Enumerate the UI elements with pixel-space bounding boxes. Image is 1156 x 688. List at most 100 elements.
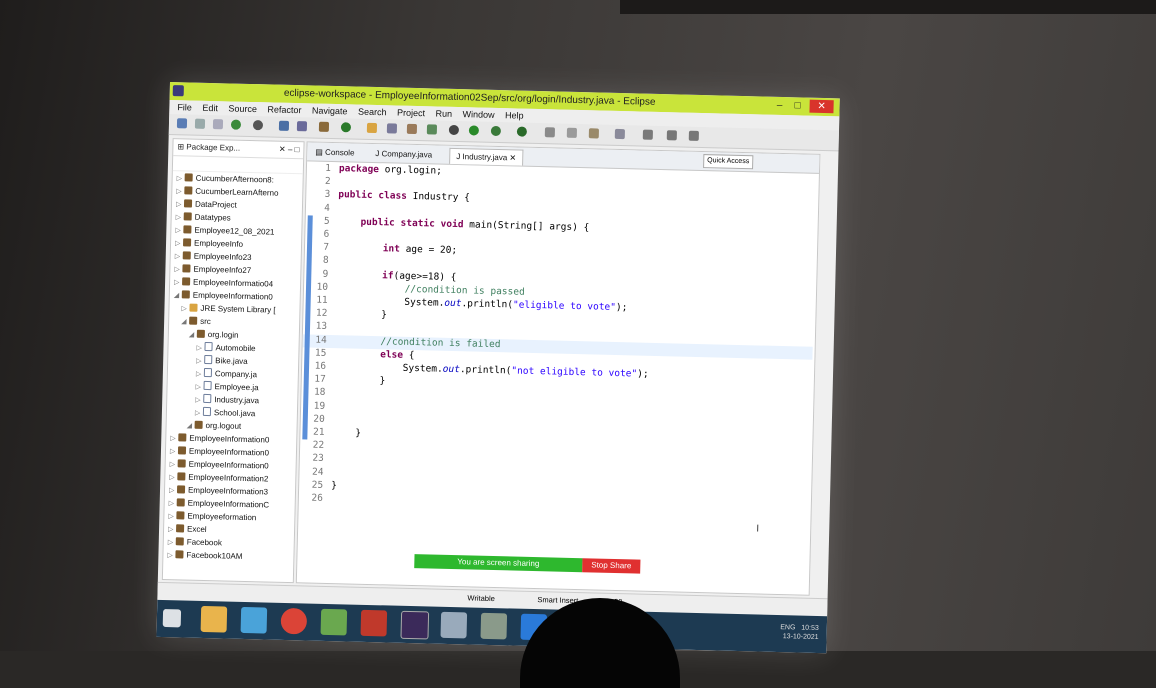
status-writable: Writable xyxy=(467,593,495,604)
external-tools-icon[interactable] xyxy=(516,126,528,137)
menu-refactor[interactable]: Refactor xyxy=(267,104,301,115)
terminal-icon[interactable] xyxy=(278,120,290,131)
code-line[interactable]: } xyxy=(334,374,385,386)
chrome-icon[interactable] xyxy=(280,607,308,635)
line-number: 10 xyxy=(316,281,329,293)
code-line[interactable]: } xyxy=(331,480,337,491)
project-icon xyxy=(176,511,185,520)
skip-breakpoints-icon[interactable] xyxy=(252,120,264,131)
menu-edit[interactable]: Edit xyxy=(202,103,218,113)
menu-project[interactable]: Project xyxy=(397,108,425,119)
tree-item-label: EmployeeInfo27 xyxy=(193,264,252,276)
close-tab-icon[interactable]: ✕ xyxy=(509,153,516,162)
tab-console[interactable]: ▤ Console xyxy=(309,144,360,160)
tree-item-label: EmployeeInformation3 xyxy=(187,485,269,497)
menu-run[interactable]: Run xyxy=(435,108,452,118)
toggle-icon[interactable] xyxy=(386,123,398,134)
line-number: 21 xyxy=(312,426,325,438)
clock-date[interactable]: 13-10-2021 xyxy=(783,633,819,641)
tree-item-label: EmployeeInformation2 xyxy=(188,472,269,484)
eclipse-taskbar-icon[interactable] xyxy=(400,610,430,640)
tab-company-java[interactable]: J Company.java xyxy=(369,146,438,163)
minimize-button[interactable]: – xyxy=(771,99,787,112)
language-indicator[interactable]: ENG xyxy=(780,624,795,631)
collapsed-arrow-icon[interactable]: ▷ xyxy=(167,549,175,562)
java-icon xyxy=(203,380,212,391)
save-all-icon[interactable] xyxy=(212,119,224,130)
menu-window[interactable]: Window xyxy=(462,109,494,120)
new-icon[interactable] xyxy=(176,118,188,129)
java-icon xyxy=(204,354,213,365)
tree-item-label: org.login xyxy=(207,330,239,340)
menu-file[interactable]: File xyxy=(177,102,192,112)
folder-icon xyxy=(189,316,198,325)
store-icon[interactable] xyxy=(240,606,268,634)
view-menu-icon[interactable]: ✕ – □ xyxy=(279,142,300,158)
code-line[interactable]: public static void main(String[] args) { xyxy=(338,216,589,233)
code-line[interactable]: } xyxy=(335,308,387,320)
menu-search[interactable]: Search xyxy=(358,107,387,118)
menu-navigate[interactable]: Navigate xyxy=(312,105,348,116)
tree-item-label: EmployeeInformatio04 xyxy=(193,277,274,289)
highlight-icon[interactable] xyxy=(366,122,378,134)
forward-icon[interactable] xyxy=(688,130,699,141)
start-icon[interactable] xyxy=(162,608,182,628)
clock-time[interactable]: 10:53 xyxy=(801,625,819,632)
run-coverage-icon[interactable] xyxy=(490,125,502,137)
code-line[interactable]: if(age>=18) { xyxy=(336,269,457,283)
ceiling xyxy=(620,0,1156,14)
code-line[interactable]: public class Industry { xyxy=(338,190,470,204)
menu-source[interactable]: Source xyxy=(228,103,257,114)
open-task-icon[interactable] xyxy=(566,127,577,138)
tree-item-label: Employeeformation xyxy=(187,511,257,523)
tree-item-label: DataProject xyxy=(194,199,237,210)
close-button[interactable]: ✕ xyxy=(809,99,834,114)
annotation-icon[interactable] xyxy=(614,128,625,140)
code-area[interactable]: 1 package org.login; 2 3 public class Indust… xyxy=(297,162,817,574)
tree-item-label: CucumberLearnAfterno xyxy=(195,186,279,198)
project-icon xyxy=(177,459,186,468)
maximize-button[interactable]: □ xyxy=(789,99,805,112)
project-icon xyxy=(182,238,192,247)
menu-help[interactable]: Help xyxy=(505,110,524,120)
code-line[interactable]: } xyxy=(332,427,361,439)
tree-item[interactable]: ▷ Facebook10AM xyxy=(163,548,293,564)
code-line[interactable]: else { xyxy=(334,348,415,361)
run-icon[interactable] xyxy=(468,125,480,136)
line-number: 14 xyxy=(315,334,327,346)
tree-item-label: School.java xyxy=(213,408,256,419)
bug-icon[interactable] xyxy=(448,124,460,136)
code-line[interactable]: package org.login; xyxy=(339,163,442,177)
paint-icon[interactable] xyxy=(440,611,468,639)
coverage-icon[interactable] xyxy=(340,122,352,133)
mark-icon[interactable] xyxy=(406,123,418,135)
task-icon[interactable] xyxy=(318,121,330,132)
tree-item-label: Industry.java xyxy=(214,395,260,406)
hierarchy-icon[interactable] xyxy=(296,121,308,132)
line-number: 13 xyxy=(315,321,328,333)
tree-item-label: EmployeeInformation0 xyxy=(189,433,270,445)
snipping-tool-icon[interactable] xyxy=(480,612,508,640)
line-number: 16 xyxy=(314,360,327,372)
line-number: 20 xyxy=(313,413,325,425)
save-icon[interactable] xyxy=(194,118,206,129)
tree-item-label: Facebook xyxy=(186,537,223,548)
tree-item-label: EmployeeInfo xyxy=(193,238,244,249)
quick-access-field[interactable]: Quick Access xyxy=(703,154,754,170)
java-icon xyxy=(203,393,212,404)
pdf-reader-icon[interactable] xyxy=(360,609,388,637)
next-annotation-icon[interactable] xyxy=(642,129,653,140)
line-number: 4 xyxy=(324,202,331,214)
debug-icon[interactable] xyxy=(230,119,242,130)
tab-industry-java[interactable]: J Industry.java ✕ xyxy=(449,147,524,166)
back-icon[interactable] xyxy=(666,130,677,141)
build-icon[interactable] xyxy=(426,124,438,135)
search-icon[interactable] xyxy=(588,128,599,139)
stop-share-button[interactable]: Stop Share xyxy=(582,558,641,574)
code-line[interactable]: int age = 20; xyxy=(337,242,458,256)
line-number: 18 xyxy=(313,387,326,399)
app-icon[interactable] xyxy=(320,608,348,636)
project-icon xyxy=(184,173,193,182)
open-type-icon[interactable] xyxy=(544,127,556,138)
file-explorer-icon[interactable] xyxy=(200,605,228,633)
